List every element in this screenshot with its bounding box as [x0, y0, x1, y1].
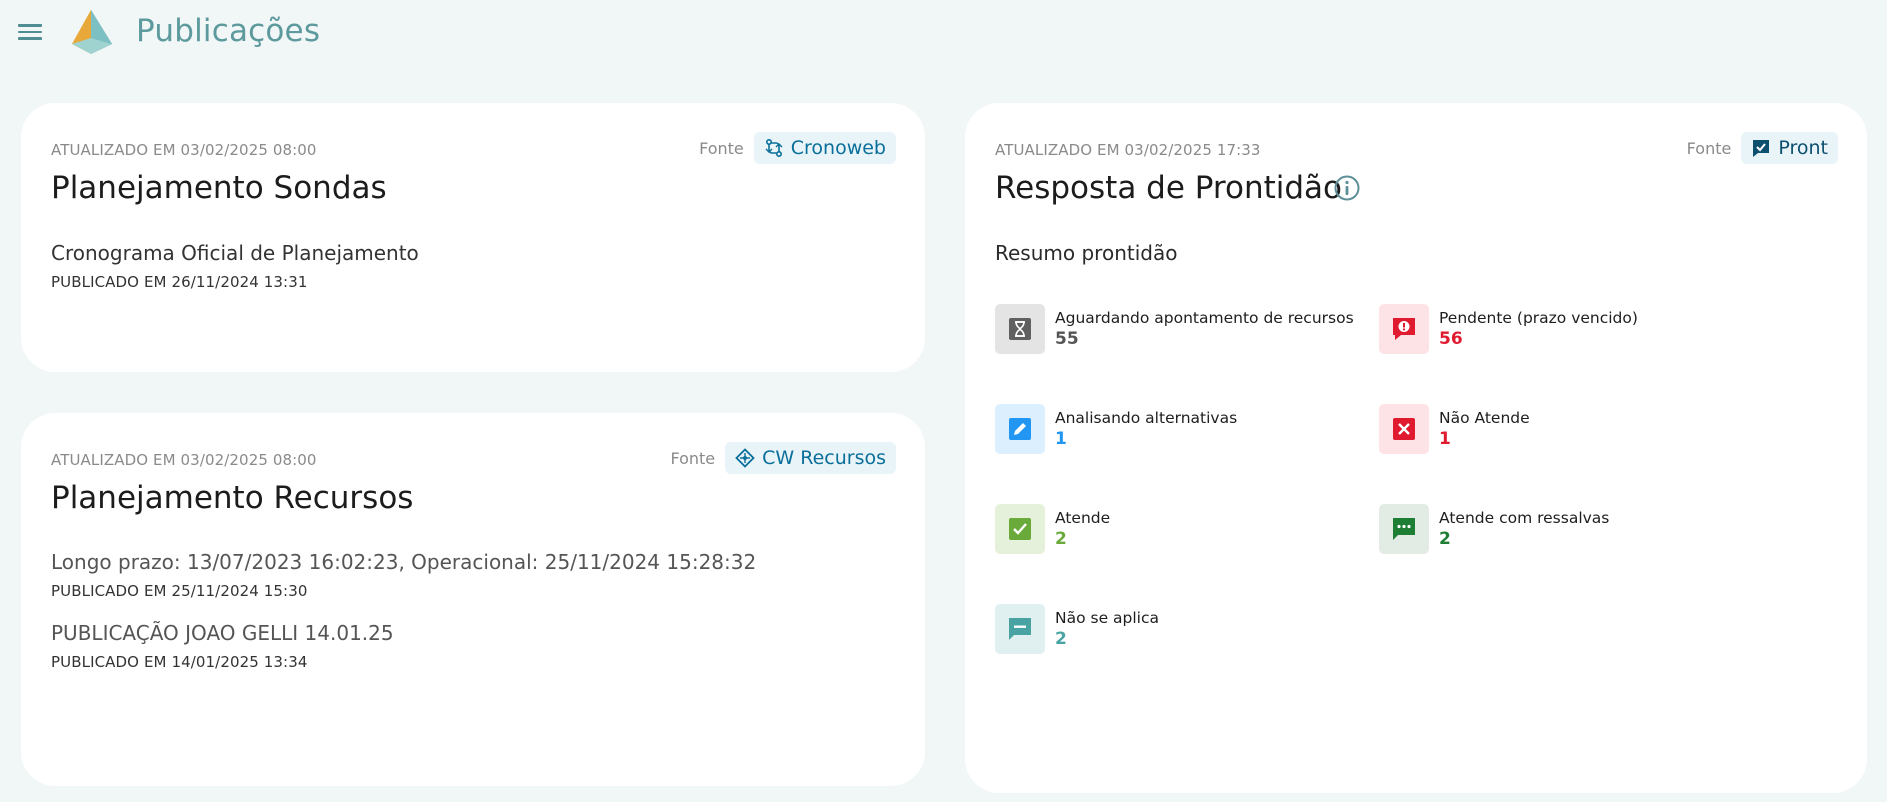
card-planejamento-sondas: ATUALIZADO EM 03/02/2025 08:00 Fonte Cro…: [21, 103, 925, 372]
status-count: 56: [1439, 329, 1463, 349]
status-pendente[interactable]: Pendente (prazo vencido) 56: [1379, 304, 1638, 354]
publication-title[interactable]: Longo prazo: 13/07/2023 16:02:23, Operac…: [51, 550, 756, 574]
source-label: Fonte: [699, 138, 744, 158]
summary-title: Resumo prontidão: [995, 241, 1178, 265]
source-chip-cw-recursos[interactable]: CW Recursos: [725, 442, 896, 474]
comment-minus-icon: [1009, 618, 1031, 640]
status-nao-se-aplica[interactable]: Não se aplica 2: [995, 604, 1159, 654]
status-label: Atende: [1055, 509, 1111, 527]
status-label: Analisando alternativas: [1055, 409, 1238, 427]
status-icon-box: [995, 404, 1045, 454]
source-name: Pront: [1778, 137, 1828, 159]
cw-recursos-icon: [735, 448, 755, 468]
source-chip-cronoweb[interactable]: Cronoweb: [753, 132, 896, 164]
source-name: Cronoweb: [790, 137, 886, 159]
status-count: 1: [1439, 429, 1451, 449]
status-icon-box: [995, 304, 1045, 354]
alert-icon: [1393, 318, 1415, 340]
info-icon[interactable]: [1333, 174, 1361, 202]
publication-title[interactable]: Cronograma Oficial de Planejamento: [51, 241, 419, 265]
updated-timestamp: ATUALIZADO EM 03/02/2025 17:33: [995, 141, 1261, 159]
status-count: 2: [1055, 629, 1067, 649]
status-icon-box: [995, 504, 1045, 554]
source-info: Fonte Cronoweb: [699, 132, 896, 164]
publication-date: PUBLICADO EM 26/11/2024 13:31: [51, 273, 308, 291]
status-label: Não Atende: [1439, 409, 1530, 427]
pront-icon: [1753, 140, 1770, 157]
status-label: Atende com ressalvas: [1439, 509, 1610, 527]
source-name: CW Recursos: [762, 447, 886, 469]
status-count: 55: [1055, 329, 1079, 349]
cronoweb-icon: [765, 138, 783, 158]
status-atende-com-ressalvas[interactable]: Atende com ressalvas 2: [1379, 504, 1609, 554]
app-title: Publicações: [136, 13, 321, 49]
updated-timestamp: ATUALIZADO EM 03/02/2025 08:00: [51, 451, 317, 469]
status-label: Aguardando apontamento de recursos: [1055, 309, 1354, 327]
source-label: Fonte: [1686, 138, 1732, 158]
app-logo: [72, 10, 112, 54]
status-icon-box: [1379, 404, 1429, 454]
publication-date: PUBLICADO EM 25/11/2024 15:30: [51, 582, 308, 600]
status-count: 2: [1055, 529, 1067, 549]
status-icon-box: [1379, 304, 1429, 354]
source-info: Fonte CW Recursos: [670, 442, 896, 474]
comment-dots-icon: [1393, 518, 1415, 540]
status-atende[interactable]: Atende 2: [995, 504, 1110, 554]
check-box-icon: [1009, 518, 1031, 540]
status-analisando[interactable]: Analisando alternativas 1: [995, 404, 1237, 454]
card-resposta-prontidao: ATUALIZADO EM 03/02/2025 17:33 Fonte Pro…: [965, 103, 1867, 793]
status-count: 1: [1055, 429, 1067, 449]
hourglass-icon: [1009, 318, 1031, 340]
updated-timestamp: ATUALIZADO EM 03/02/2025 08:00: [51, 141, 317, 159]
source-label: Fonte: [670, 448, 716, 468]
card-title: Planejamento Recursos: [51, 480, 414, 516]
publication-title[interactable]: PUBLICAÇÃO JOAO GELLI 14.01.25: [51, 621, 394, 645]
status-aguardando[interactable]: Aguardando apontamento de recursos 55: [995, 304, 1354, 354]
status-icon-box: [1379, 504, 1429, 554]
source-info: Fonte Pront: [1687, 132, 1838, 164]
status-label: Pendente (prazo vencido): [1439, 309, 1638, 327]
status-count: 2: [1439, 529, 1451, 549]
close-box-icon: [1393, 418, 1415, 440]
card-title: Planejamento Sondas: [51, 170, 387, 206]
top-bar: Publicações: [0, 0, 1887, 68]
edit-icon: [1009, 418, 1031, 440]
card-planejamento-recursos: ATUALIZADO EM 03/02/2025 08:00 Fonte CW …: [21, 413, 925, 786]
publication-date: PUBLICADO EM 14/01/2025 13:34: [51, 653, 308, 671]
status-nao-atende[interactable]: Não Atende 1: [1379, 404, 1530, 454]
source-chip-pront[interactable]: Pront: [1741, 132, 1838, 164]
status-icon-box: [995, 604, 1045, 654]
menu-icon[interactable]: [16, 20, 44, 48]
card-title: Resposta de Prontidão: [995, 170, 1343, 206]
status-label: Não se aplica: [1055, 609, 1160, 627]
